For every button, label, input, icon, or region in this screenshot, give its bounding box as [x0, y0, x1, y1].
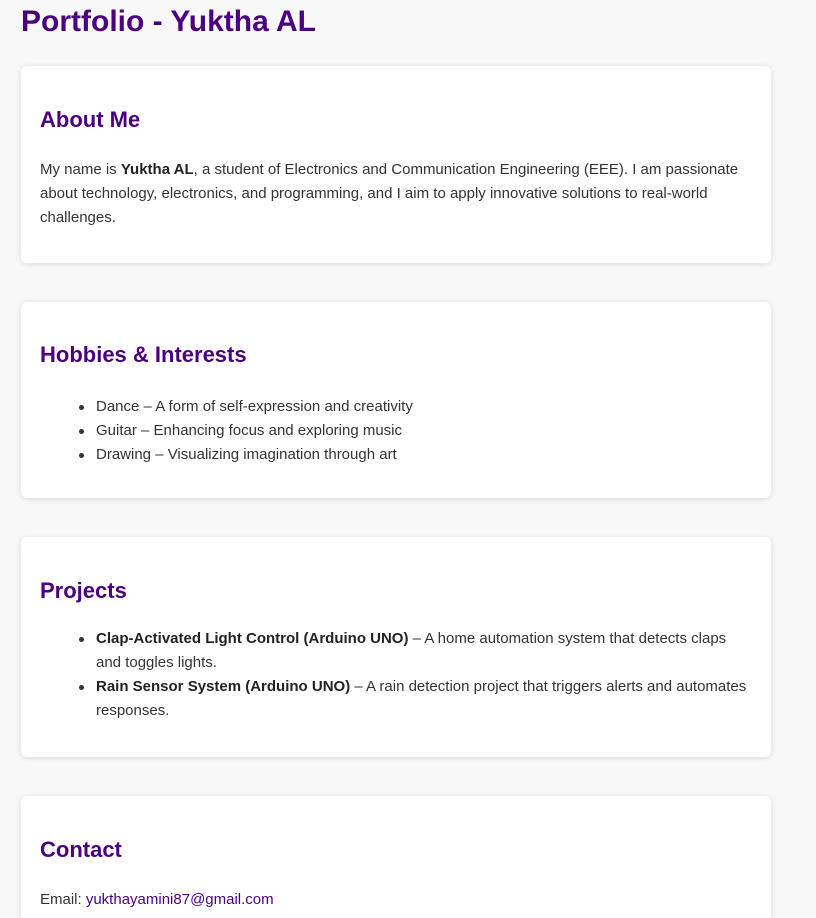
- project-title: Clap-Activated Light Control (Arduino UN…: [96, 630, 409, 647]
- contact-heading: Contact: [40, 837, 122, 862]
- about-name: Yuktha AL: [120, 161, 194, 178]
- project-item-rain-sensor: Rain Sensor System (Arduino UNO) – A rai…: [79, 675, 752, 723]
- about-heading: About Me: [40, 107, 141, 132]
- about-text-intro: My name is: [40, 161, 121, 178]
- projects-card: Projects Clap-Activated Light Control (A…: [21, 537, 771, 757]
- about-card: About Me My name is Yuktha AL, a student…: [21, 66, 771, 263]
- email-link[interactable]: yukthayamini87@gmail.com: [86, 891, 274, 908]
- project-title: Rain Sensor System (Arduino UNO): [96, 678, 351, 695]
- hobby-item-drawing: Drawing – Visualizing imagination throug…: [79, 443, 752, 467]
- page-title: Portfolio - Yuktha AL: [21, 5, 317, 38]
- projects-heading: Projects: [40, 578, 127, 603]
- project-item-clap-light: Clap-Activated Light Control (Arduino UN…: [79, 627, 752, 675]
- contact-email-line: Email: yukthayamini87@gmail.com: [40, 888, 274, 912]
- contact-card: Contact Email: yukthayamini87@gmail.com: [21, 796, 771, 918]
- about-text: My name is Yuktha AL, a student of Elect…: [40, 158, 752, 230]
- hobbies-card: Hobbies & Interests Dance – A form of se…: [21, 302, 771, 498]
- hobbies-heading: Hobbies & Interests: [40, 342, 247, 367]
- hobby-item-guitar: Guitar – Enhancing focus and exploring m…: [79, 419, 752, 443]
- hobby-item-dance: Dance – A form of self-expression and cr…: [79, 395, 752, 419]
- hobbies-list: Dance – A form of self-expression and cr…: [40, 395, 752, 467]
- email-label: Email:: [40, 891, 86, 908]
- portfolio-page: Portfolio - Yuktha AL About Me My name i…: [0, 0, 816, 918]
- projects-list: Clap-Activated Light Control (Arduino UN…: [40, 627, 752, 723]
